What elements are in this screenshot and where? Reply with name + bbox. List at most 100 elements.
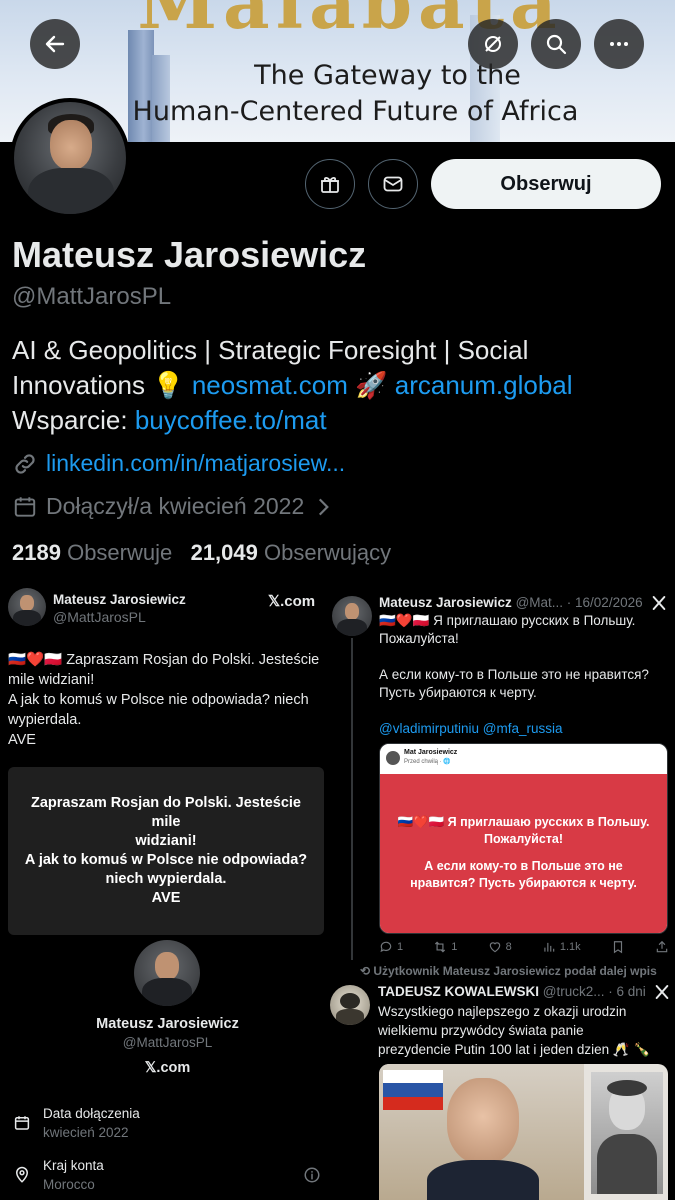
gift-button[interactable] (305, 159, 355, 209)
author-handle-date: @Mat... · 16/02/2026 (515, 595, 643, 610)
joined-label: Data dołączenia (43, 1106, 140, 1121)
avatar (386, 751, 400, 765)
gift-icon (321, 176, 339, 193)
following-link[interactable]: 2189 Obserwuje (12, 540, 172, 565)
tweet-text-line: mile widziani! (8, 672, 95, 688)
followers-link[interactable]: 21,049 Obserwujący (191, 540, 392, 565)
x-logo-icon (655, 985, 669, 999)
tweet-text-line: A jak to komuś w Polsce nie odpowiada? n… (8, 692, 309, 708)
message-button[interactable] (368, 159, 418, 209)
x-logo-icon (652, 596, 666, 610)
joined-row[interactable]: Dołączył/a kwiecień 2022 (12, 493, 336, 520)
country-value: Morocco (43, 1177, 95, 1192)
profile-name: Mateusz Jarosiewicz (96, 1016, 239, 1032)
reply-icon (380, 941, 392, 953)
rocket-emoji: 🚀 (355, 370, 388, 400)
calendar-icon (14, 496, 36, 517)
tweet-header: Mateusz Jarosiewicz @Mat... · 16/02/2026 (379, 595, 669, 610)
info-icon[interactable] (303, 1166, 321, 1184)
avatar-body (28, 168, 114, 214)
following-label: Obserwuje (67, 540, 173, 565)
bio-line: Innovations 💡 neosmat.com 🚀 arcanum.glob… (12, 368, 652, 403)
embedded-tweet-card[interactable]: Mateusz Jarosiewicz @MattJarosPL 𝕏.com 🇷… (0, 580, 335, 1200)
like-count: 8 (505, 941, 512, 953)
bio-link[interactable]: neosmat.com (192, 370, 348, 400)
bio-text: Wsparcie: (12, 405, 128, 435)
joined-text: Dołączył/a kwiecień 2022 (46, 493, 305, 519)
bio-text: Innovations 💡 (12, 370, 185, 400)
views-button[interactable]: 1.1k (542, 940, 581, 954)
followers-count: 21,049 (190, 540, 258, 565)
author-name: Mateusz Jarosiewicz (53, 592, 186, 607)
envelope-icon (383, 176, 403, 192)
website-row: linkedin.com/in/matjarosiew... (12, 450, 345, 477)
russian-flag-icon (383, 1070, 443, 1110)
x-source-label: 𝕏.com (268, 593, 316, 610)
tweet-text-line: Пожалуйста! (379, 631, 459, 646)
no-location-icon (485, 36, 501, 52)
tweet-text-line: wielkiemu przywódcy świata panie (378, 1023, 584, 1038)
follow-stats: 2189 Obserwuje 21,049 Obserwujący (12, 540, 391, 566)
reply-button[interactable]: 1 (379, 940, 403, 954)
card-time: Przed chwilą · 🌐 (404, 759, 451, 765)
tweet-text-line: wypierdala. (8, 712, 82, 728)
suit (427, 1160, 539, 1200)
image-text-line: 🇷🇺❤️🇵🇱 Я приглашаю русских в Польшу. (397, 815, 650, 829)
card-author: Mat Jarosiewicz (404, 749, 458, 756)
views-chart-icon (544, 942, 555, 952)
avatar-head (50, 120, 92, 170)
follow-button[interactable]: Obserwuj (431, 159, 661, 209)
like-button[interactable]: 8 (488, 940, 512, 954)
image-text-line: Пожалуйста! (483, 832, 564, 846)
tweet-image[interactable]: Mat Jarosiewicz Przed chwilą · 🌐 🇷🇺❤️🇵🇱 … (379, 743, 668, 934)
more-icon (610, 42, 628, 46)
quote-line: AVE (151, 890, 181, 906)
tweet-actions: 1 1 8 1.1k (379, 940, 669, 954)
share-button[interactable] (655, 940, 669, 954)
banner-tagline: The Gateway to the (254, 60, 521, 91)
followers-label: Obserwujący (264, 540, 392, 565)
location-pin-icon (15, 1166, 29, 1183)
quote-line: A jak to komuś w Polsce nie odpowiada? (24, 852, 308, 868)
joined-value: kwiecień 2022 (43, 1125, 129, 1140)
quote-line: Zapraszam Rosjan do Polski. Jesteście mi… (31, 795, 301, 830)
mentions[interactable]: @vladimirputiniu @mfa_russia (379, 720, 669, 738)
thread-line (351, 638, 353, 960)
repost-button[interactable]: 1 (433, 940, 457, 954)
tweet-text: 🇷🇺❤️🇵🇱 Zapraszam Rosjan do Polski. Jeste… (8, 650, 328, 750)
search-button[interactable] (531, 19, 581, 69)
bookmark-button[interactable] (611, 940, 625, 954)
search-icon (546, 34, 567, 55)
author-name: Mateusz Jarosiewicz (379, 595, 512, 610)
avatar[interactable] (10, 98, 130, 218)
photo-portrait-adult (379, 1064, 584, 1200)
following-count: 2189 (12, 540, 61, 565)
profile-handle: @MattJarosPL (122, 1035, 213, 1050)
tweet-text: 🇷🇺❤️🇵🇱 Я приглашаю русских в Польшу. Пож… (379, 612, 669, 738)
bio-link[interactable]: arcanum.global (395, 370, 573, 400)
grok-button[interactable] (468, 19, 518, 69)
reply-count: 1 (397, 941, 404, 953)
back-button[interactable] (30, 19, 80, 69)
tweet-text-line: А если кому-то в Польше это не нравится? (379, 667, 649, 682)
tweet-image[interactable] (379, 1064, 668, 1200)
quote-line: niech wypierdala. (105, 871, 227, 887)
image-header: Mat Jarosiewicz Przed chwilą · 🌐 (380, 744, 667, 774)
tweet-text-line: Wszystkiego najlepszego z okazji urodzin (378, 1004, 627, 1019)
website-link[interactable]: linkedin.com/in/matjarosiew... (46, 450, 345, 477)
avatar (8, 588, 46, 626)
bio-link[interactable]: buycoffee.to/mat (135, 405, 327, 435)
image-text-line: А если кому-то в Польше это не (424, 859, 623, 873)
profile-bio: AI & Geopolitics | Strategic Foresight |… (12, 333, 652, 438)
avatar[interactable] (330, 985, 370, 1025)
share-icon (656, 940, 668, 953)
author-handle-date: @truck2... · 6 dni (542, 984, 646, 999)
link-icon (15, 453, 35, 474)
avatar[interactable] (332, 596, 372, 636)
bio-line: AI & Geopolitics | Strategic Foresight |… (12, 335, 529, 365)
quote-image[interactable]: Zapraszam Rosjan do Polski. Jesteście mi… (8, 767, 324, 935)
more-button[interactable] (594, 19, 644, 69)
tweet-text-line: 🇷🇺❤️🇵🇱 Я приглашаю русских в Польшу. (379, 613, 636, 628)
x-source-label: 𝕏.com (144, 1060, 191, 1076)
photo-portrait-child (591, 1072, 663, 1194)
